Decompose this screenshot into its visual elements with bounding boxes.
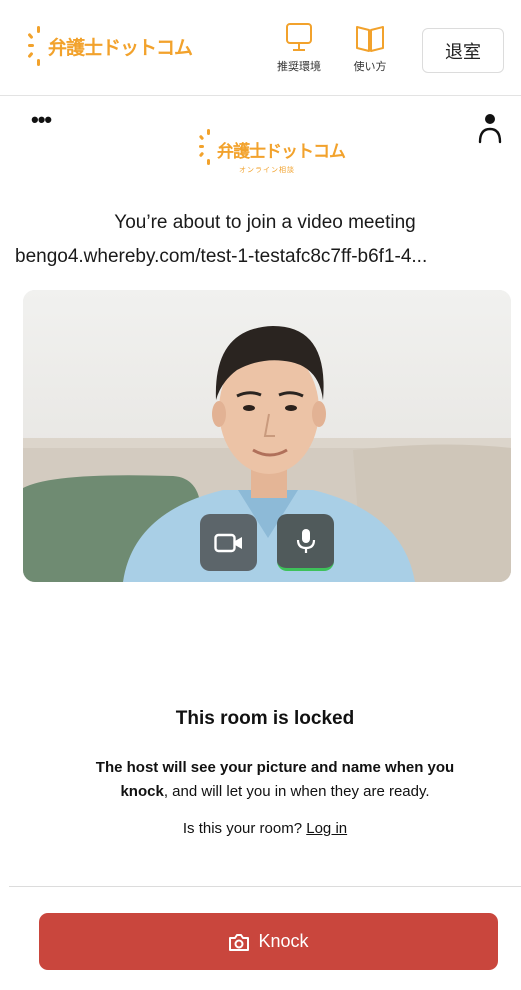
app-header: 弁護士ドットコム 推奨環境 使い方 退室 [0,0,521,96]
microphone-icon [296,529,315,553]
howto-button[interactable]: 使い方 [352,22,388,74]
recommended-env-button[interactable]: 推奨環境 [277,22,321,74]
self-video-image [23,290,511,582]
video-camera-icon [213,533,242,552]
meeting-frame: ••• 弁護士ドットコム オンライン相談 You’re about to joi… [9,96,521,990]
room-url: bengo4.whereby.com/test-1-testafc8c7ff-b… [15,246,428,267]
owner-prompt-text: Is this your room? [182,820,307,837]
room-owner-prompt: Is this your room? Log in [9,820,521,837]
brand-logo[interactable]: 弁護士ドットコム [27,26,193,66]
join-meeting-title: You’re about to join a video meeting [114,212,416,233]
more-options-icon[interactable]: ••• [31,109,52,131]
sun-rays-icon [27,26,46,66]
frame-logo-subtext: オンライン相談 [239,166,295,174]
person-icon[interactable] [477,112,503,144]
room-locked-title: This room is locked [175,708,355,729]
locked-desc-bold: The host will see your picture and name … [95,759,455,776]
knock-button[interactable]: Knock [39,913,498,970]
knock-label: Knock [258,931,309,951]
camera-toggle-button[interactable] [200,514,257,571]
sun-rays-icon [198,129,215,165]
camera-icon [229,933,250,951]
book-icon [356,26,384,52]
brand-name: 弁護士ドットコム [48,36,193,59]
recommended-env-label: 推奨環境 [277,60,321,73]
frame-brand-logo: 弁護士ドットコム オンライン相談 [198,129,346,175]
login-link[interactable]: Log in [306,820,347,837]
monitor-icon [286,23,312,51]
exit-room-button[interactable]: 退室 [422,28,504,73]
locked-desc-rest: , and will let you in when they are read… [163,783,430,800]
howto-label: 使い方 [353,60,387,73]
frame-logo-text: 弁護士ドットコム [217,142,346,162]
divider [9,886,521,887]
locked-desc-knock: knock [120,783,164,800]
room-locked-description: The host will see your picture and name … [49,756,501,804]
microphone-toggle-button[interactable] [277,514,334,571]
self-video-preview [23,290,511,582]
